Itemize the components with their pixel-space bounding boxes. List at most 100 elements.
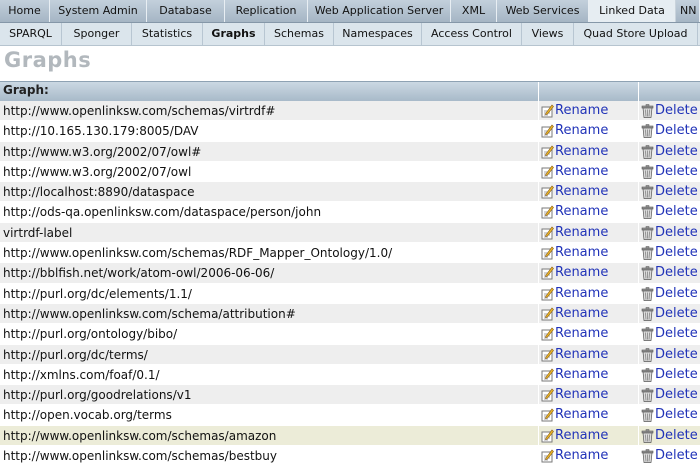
rename-link[interactable]: Rename	[541, 144, 608, 159]
rename-label: Rename	[555, 387, 609, 403]
rename-link[interactable]: Rename	[541, 123, 608, 138]
rename-link[interactable]: Rename	[541, 428, 608, 443]
tab-nn[interactable]: NN	[676, 0, 700, 22]
rename-link[interactable]: Rename	[541, 225, 608, 240]
tab-replication[interactable]: Replication	[225, 0, 308, 22]
rename-link[interactable]: Rename	[541, 387, 608, 402]
rename-icon	[541, 165, 555, 179]
rename-icon	[541, 449, 555, 463]
trash-icon	[641, 388, 655, 403]
delete-link[interactable]: Delete	[641, 245, 698, 260]
trash-icon	[641, 408, 655, 423]
rename-label: Rename	[555, 346, 609, 362]
rename-link[interactable]: Rename	[541, 245, 608, 260]
delete-link[interactable]: Delete	[641, 306, 698, 321]
graph-uri: http://10.165.130.179:8005/DAV	[3, 124, 199, 139]
delete-link[interactable]: Delete	[641, 326, 698, 341]
tab-home[interactable]: Home	[0, 0, 50, 22]
delete-link[interactable]: Delete	[641, 103, 698, 118]
delete-label: Delete	[655, 285, 698, 301]
column-divider	[538, 121, 539, 141]
rename-link[interactable]: Rename	[541, 407, 608, 422]
sub-tab-bar: SPARQL Sponger Statistics Graphs Schemas…	[0, 23, 700, 46]
delete-link[interactable]: Delete	[641, 367, 698, 382]
trash-icon	[641, 205, 655, 220]
rename-link[interactable]: Rename	[541, 164, 608, 179]
rename-link[interactable]: Rename	[541, 367, 608, 382]
subtab-quad-store-upload[interactable]: Quad Store Upload	[574, 23, 698, 45]
tab-xml[interactable]: XML	[451, 0, 497, 22]
delete-label: Delete	[655, 184, 698, 200]
rename-label: Rename	[555, 427, 609, 443]
table-row: http://www.openlinksw.com/schema/attribu…	[0, 303, 700, 325]
delete-link[interactable]: Delete	[641, 286, 698, 301]
tab-linked-data[interactable]: Linked Data	[589, 0, 676, 22]
rename-icon	[541, 429, 555, 443]
delete-link[interactable]: Delete	[641, 428, 698, 443]
subtab-graphs[interactable]: Graphs	[203, 23, 265, 45]
table-row: http://www.openlinksw.com/schemas/virtrd…	[0, 101, 700, 122]
rename-link[interactable]: Rename	[541, 103, 608, 118]
table-row: http://purl.org/ontology/bibo/Rename Dele…	[0, 324, 700, 345]
subtab-namespaces[interactable]: Namespaces	[334, 23, 422, 45]
column-divider	[638, 82, 639, 101]
delete-label: Delete	[655, 346, 698, 362]
subtab-access-control[interactable]: Access Control	[422, 23, 522, 45]
rename-link[interactable]: Rename	[541, 306, 608, 321]
column-divider	[538, 364, 539, 385]
delete-link[interactable]: Delete	[641, 265, 698, 280]
delete-link[interactable]: Delete	[641, 347, 698, 362]
tab-web-services[interactable]: Web Services	[497, 0, 589, 22]
delete-label: Delete	[655, 143, 698, 159]
rename-link[interactable]: Rename	[541, 204, 608, 219]
delete-link[interactable]: Delete	[641, 225, 698, 240]
rename-icon	[541, 185, 555, 199]
subtab-sparql[interactable]: SPARQL	[0, 23, 62, 45]
delete-link[interactable]: Delete	[641, 123, 698, 138]
rename-link[interactable]: Rename	[541, 184, 608, 199]
trash-icon	[641, 185, 655, 200]
delete-link[interactable]: Delete	[641, 144, 698, 159]
rename-icon	[541, 287, 555, 301]
subtab-schemas[interactable]: Schemas	[265, 23, 334, 45]
column-divider	[638, 202, 639, 222]
subtab-views[interactable]: Views	[522, 23, 574, 45]
table-row: http://www.w3.org/2002/07/owl# Rename Dele…	[0, 141, 700, 162]
rename-icon	[541, 408, 555, 422]
graph-column-header: Graph:	[3, 83, 49, 97]
rename-link[interactable]: Rename	[541, 347, 608, 362]
delete-link[interactable]: Delete	[641, 448, 698, 463]
trash-icon	[641, 266, 655, 281]
rename-label: Rename	[555, 143, 609, 159]
tab-database[interactable]: Database	[147, 0, 225, 22]
column-divider	[538, 446, 539, 466]
table-row: http://purl.org/dc/terms/Rename Delete	[0, 344, 700, 365]
subtab-statistics[interactable]: Statistics	[132, 23, 203, 45]
table-row: http://10.165.130.179:8005/DAV Rename Dele…	[0, 121, 700, 142]
column-divider	[538, 303, 539, 324]
rename-link[interactable]: Rename	[541, 448, 608, 463]
graph-table: http://www.openlinksw.com/schemas/virtrd…	[0, 101, 700, 467]
rename-link[interactable]: Rename	[541, 326, 608, 341]
rename-link[interactable]: Rename	[541, 286, 608, 301]
tab-system-admin[interactable]: System Admin	[50, 0, 147, 22]
rename-label: Rename	[555, 366, 609, 382]
rename-icon	[541, 348, 555, 362]
column-divider	[638, 141, 639, 161]
rename-link[interactable]: Rename	[541, 265, 608, 280]
delete-label: Delete	[655, 103, 698, 118]
delete-link[interactable]: Delete	[641, 407, 698, 422]
rename-label: Rename	[555, 224, 609, 240]
rename-icon	[541, 307, 555, 321]
rename-icon	[541, 327, 555, 341]
tab-web-application-server[interactable]: Web Application Server	[308, 0, 451, 22]
rename-label: Rename	[555, 285, 609, 301]
delete-link[interactable]: Delete	[641, 204, 698, 219]
subtab-sponger[interactable]: Sponger	[62, 23, 132, 45]
delete-link[interactable]: Delete	[641, 387, 698, 402]
graph-uri: http://xmlns.com/foaf/0.1/	[3, 367, 160, 382]
rename-label: Rename	[555, 305, 609, 321]
delete-link[interactable]: Delete	[641, 184, 698, 199]
delete-link[interactable]: Delete	[641, 164, 698, 179]
delete-label: Delete	[655, 204, 698, 220]
